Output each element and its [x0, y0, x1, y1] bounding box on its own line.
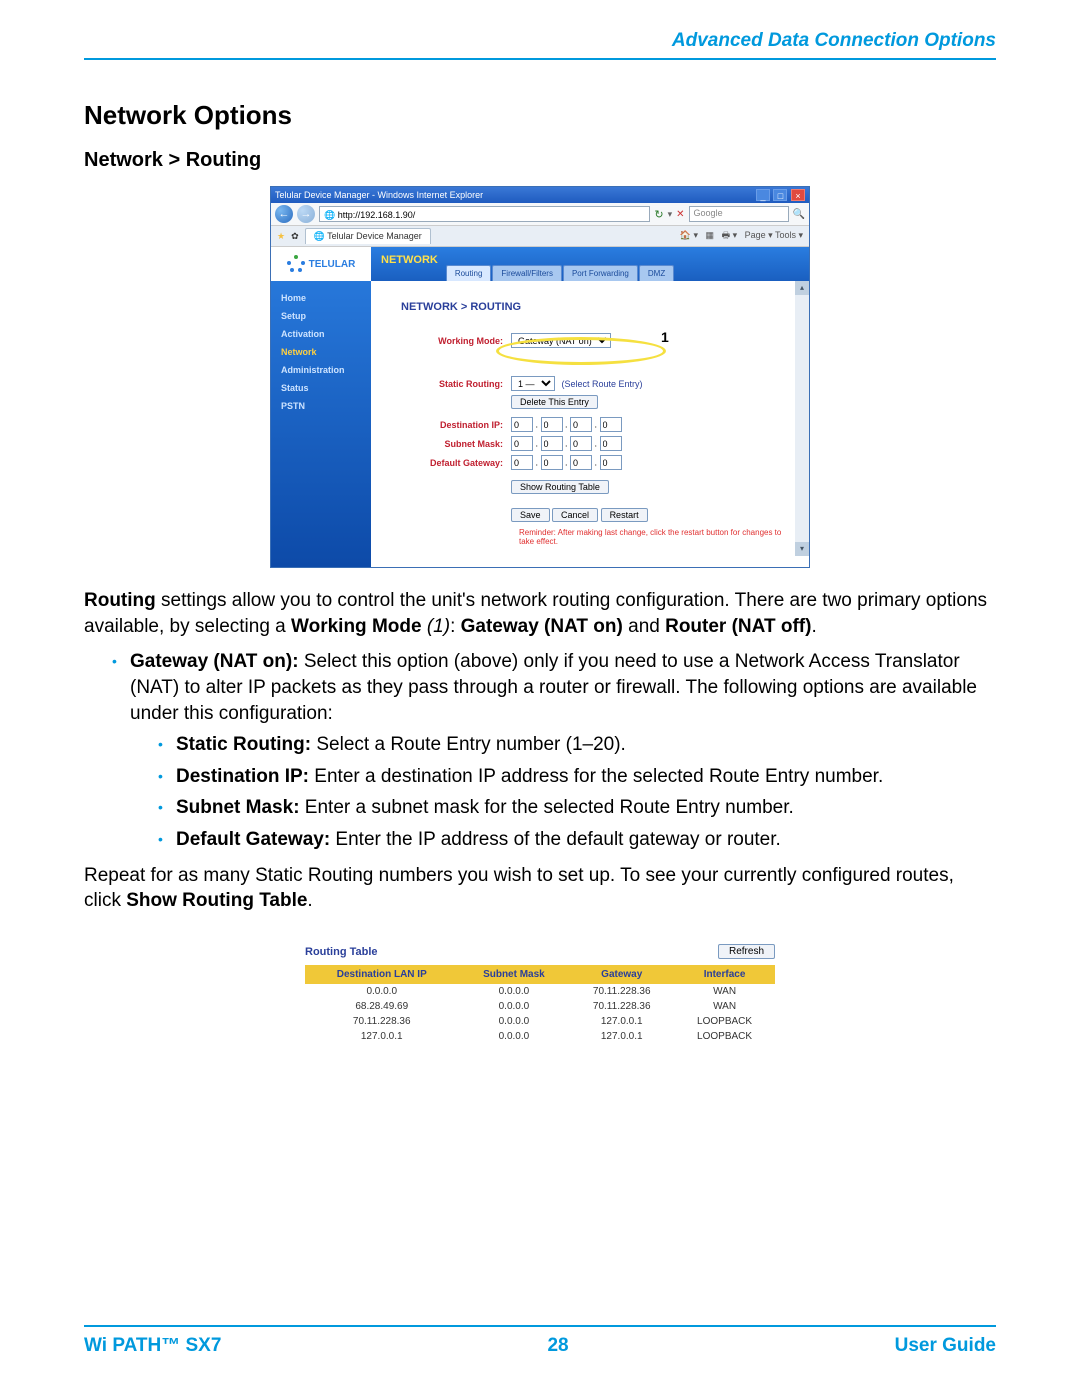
maximize-icon[interactable]: □: [773, 189, 787, 201]
list-item: Subnet Mask: Enter a subnet mask for the…: [158, 795, 996, 821]
list-item: Gateway (NAT on): Select this option (ab…: [112, 649, 996, 852]
table-row: 68.28.49.690.0.0.070.11.228.36WAN: [305, 999, 775, 1014]
footer-guide: User Guide: [895, 1335, 996, 1357]
sidebar-nav: Home Setup Activation Network Administra…: [271, 281, 371, 415]
delete-entry-button[interactable]: Delete This Entry: [511, 395, 598, 409]
col-gateway: Gateway: [569, 965, 674, 984]
table-row: 127.0.0.10.0.0.0127.0.0.1LOOPBACK: [305, 1029, 775, 1044]
intro-paragraph: Routing settings allow you to control th…: [84, 588, 996, 639]
sidebar-item-network[interactable]: Network: [281, 343, 371, 361]
save-button[interactable]: Save: [511, 508, 550, 522]
col-interface: Interface: [674, 965, 775, 984]
label-default-gateway: Default Gateway:: [401, 458, 511, 468]
panel-title: NETWORK > ROUTING: [401, 301, 785, 313]
forward-icon[interactable]: →: [297, 205, 315, 223]
brand-logo: TELULAR: [271, 247, 371, 281]
footer-page-number: 28: [547, 1335, 568, 1357]
sidebar-item-home[interactable]: Home: [281, 289, 371, 307]
list-item: Static Routing: Select a Route Entry num…: [158, 732, 996, 758]
routing-table-title: Routing Table: [305, 946, 378, 958]
window-controls: _ □ ×: [755, 189, 805, 201]
scroll-up-icon[interactable]: ▴: [795, 281, 809, 295]
page-heading-1: Network Options: [84, 100, 996, 131]
home-icon[interactable]: 🏠: [680, 230, 691, 240]
callout-marker-1: 1: [661, 329, 669, 345]
embedded-screenshot: Telular Device Manager - Windows Interne…: [270, 186, 810, 568]
subnet-mask-input[interactable]: . . .: [511, 436, 622, 451]
sidebar-item-setup[interactable]: Setup: [281, 307, 371, 325]
col-subnet: Subnet Mask: [458, 965, 569, 984]
label-subnet-mask: Subnet Mask:: [401, 439, 511, 449]
sidebar-item-status[interactable]: Status: [281, 379, 371, 397]
search-input[interactable]: Google: [689, 206, 789, 222]
stop-icon[interactable]: ✕: [676, 209, 684, 220]
tab-routing[interactable]: Routing: [446, 265, 492, 281]
minimize-icon[interactable]: _: [756, 189, 770, 201]
show-routing-table-button[interactable]: Show Routing Table: [511, 480, 609, 494]
table-row: 70.11.228.360.0.0.0127.0.0.1LOOPBACK: [305, 1014, 775, 1029]
scroll-down-icon[interactable]: ▾: [795, 542, 809, 556]
routing-table-block: Routing Table Refresh Destination LAN IP…: [305, 944, 775, 1044]
ie-titlebar: Telular Device Manager - Windows Interne…: [271, 187, 809, 203]
routing-table: Destination LAN IP Subnet Mask Gateway I…: [305, 965, 775, 1044]
main-panel: NETWORK Routing Firewall/Filters Port Fo…: [371, 247, 809, 567]
favorites-icon[interactable]: ★: [277, 231, 285, 242]
print-icon[interactable]: 🖶: [722, 230, 731, 240]
ie-address-bar: ← → 🌐 http://192.168.1.90/ ↻ ▾ ✕ Google …: [271, 203, 809, 226]
search-go-icon[interactable]: 🔍: [793, 209, 805, 220]
label-destination-ip: Destination IP:: [401, 420, 511, 430]
destination-ip-input[interactable]: . . .: [511, 417, 622, 432]
list-item: Default Gateway: Enter the IP address of…: [158, 827, 996, 853]
working-mode-select[interactable]: Gateway (NAT on): [511, 333, 611, 348]
inner-tab-bar: NETWORK Routing Firewall/Filters Port Fo…: [371, 247, 809, 281]
address-input[interactable]: 🌐 http://192.168.1.90/: [319, 206, 650, 222]
restart-button[interactable]: Restart: [601, 508, 648, 522]
page-heading-2: Network > Routing: [84, 149, 996, 172]
tab-firewall[interactable]: Firewall/Filters: [492, 265, 562, 281]
repeat-paragraph: Repeat for as many Static Routing number…: [84, 863, 996, 914]
cancel-button[interactable]: Cancel: [552, 508, 598, 522]
section-header: Advanced Data Connection Options: [84, 30, 996, 52]
feeds-icon[interactable]: ▦: [706, 230, 715, 240]
ie-tool-menu[interactable]: 🏠 ▾ ▦ 🖶 ▾ Page ▾ Tools ▾: [680, 228, 803, 244]
tab-port-forwarding[interactable]: Port Forwarding: [563, 265, 638, 281]
list-item: Destination IP: Enter a destination IP a…: [158, 764, 996, 790]
footer-product: Wi PATH™ SX7: [84, 1335, 221, 1357]
sidebar-item-activation[interactable]: Activation: [281, 325, 371, 343]
tab-dmz[interactable]: DMZ: [639, 265, 674, 281]
label-static-routing: Static Routing:: [401, 379, 511, 389]
refresh-icon[interactable]: ↻: [654, 208, 663, 221]
section-label: NETWORK: [379, 254, 446, 274]
close-icon[interactable]: ×: [791, 189, 805, 201]
page-footer: Wi PATH™ SX7 28 User Guide: [84, 1325, 996, 1357]
fav2-icon[interactable]: ✿: [291, 231, 299, 242]
refresh-button[interactable]: Refresh: [718, 944, 775, 959]
default-gateway-input[interactable]: . . .: [511, 455, 622, 470]
browser-tab[interactable]: 🌐 Telular Device Manager: [305, 228, 431, 244]
ie-tab-bar: ★ ✿ 🌐 Telular Device Manager 🏠 ▾ ▦ 🖶 ▾ P…: [271, 226, 809, 247]
sidebar: TELULAR Home Setup Activation Network Ad…: [271, 247, 371, 567]
sidebar-item-administration[interactable]: Administration: [281, 361, 371, 379]
header-rule: [84, 58, 996, 60]
back-icon[interactable]: ←: [275, 205, 293, 223]
table-row: 0.0.0.00.0.0.070.11.228.36WAN: [305, 984, 775, 999]
reminder-text: Reminder: After making last change, clic…: [519, 528, 785, 546]
window-title: Telular Device Manager - Windows Interne…: [275, 190, 483, 200]
col-dest-ip: Destination LAN IP: [305, 965, 458, 984]
label-working-mode: Working Mode:: [401, 336, 511, 346]
select-route-hint: (Select Route Entry): [562, 379, 643, 389]
static-routing-select[interactable]: 1 —: [511, 376, 555, 391]
sidebar-item-pstn[interactable]: PSTN: [281, 397, 371, 415]
